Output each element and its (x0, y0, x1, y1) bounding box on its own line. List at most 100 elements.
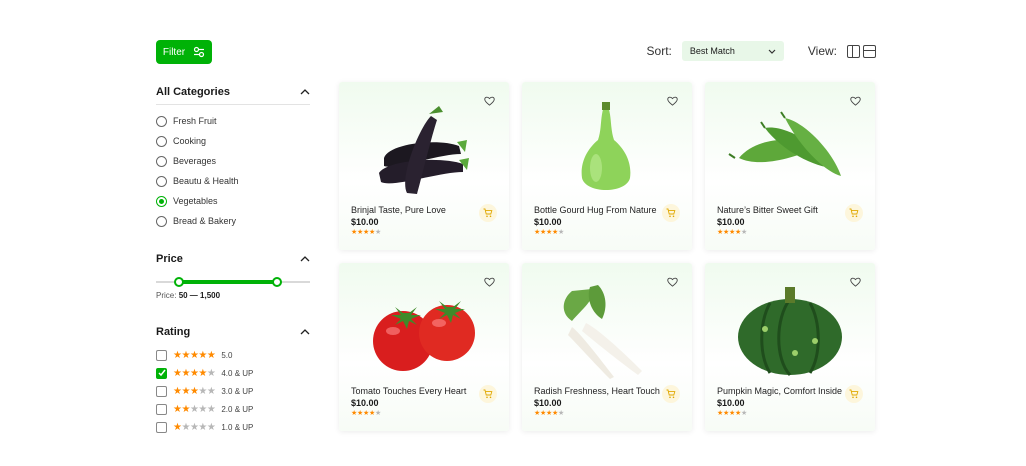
cart-icon (483, 389, 493, 399)
star-icon: ★ (557, 410, 564, 417)
add-to-cart-button[interactable] (479, 204, 497, 222)
bitter-gourd-icon (728, 111, 841, 176)
rating-label: 1.0 & UP (221, 422, 254, 432)
radio-button[interactable] (156, 215, 167, 227)
product-card[interactable]: Brinjal Taste, Pure Love $10.00 ★★★★★ (339, 82, 509, 250)
product-card[interactable]: Radish Freshness, Heart Touch $10.00 ★★★★★ (522, 263, 692, 431)
star-icon: ★ (206, 403, 216, 415)
category-item[interactable]: Beautu & Health (156, 171, 310, 191)
product-image[interactable] (705, 275, 875, 383)
price-range-slider[interactable] (156, 275, 310, 289)
star-icon: ★ (198, 385, 207, 397)
checkbox[interactable] (156, 421, 167, 433)
radio-button[interactable] (156, 175, 167, 187)
category-item[interactable]: Cooking (156, 131, 310, 151)
rating-stars: ★★★★★ (173, 349, 216, 361)
rating-stars: ★★★★★ (173, 367, 216, 379)
product-image[interactable] (522, 94, 692, 202)
star-icon: ★ (374, 410, 381, 417)
product-name[interactable]: Radish Freshness, Heart Touch (534, 386, 660, 396)
add-to-cart-button[interactable] (845, 385, 863, 403)
star-icon: ★ (740, 410, 747, 417)
add-to-cart-button[interactable] (662, 204, 680, 222)
star-icon: ★ (198, 367, 207, 379)
product-name[interactable]: Bottle Gourd Hug From Nature (534, 205, 657, 215)
star-icon: ★ (206, 385, 216, 397)
rating-label: 4.0 & UP (221, 368, 254, 378)
sort-label: Sort: (646, 44, 672, 58)
categories-header[interactable]: All Categories (156, 86, 310, 105)
checkbox[interactable] (156, 403, 167, 415)
bottle-gourd-icon (581, 102, 631, 190)
rating-option[interactable]: ★★★★★ 5.0 (156, 346, 310, 364)
slider-max-handle[interactable] (272, 277, 282, 287)
product-name[interactable]: Brinjal Taste, Pure Love (351, 205, 446, 215)
chevron-down-icon (768, 49, 776, 54)
rating-list: ★★★★★ 5.0 ★★★★★ 4.0 & UP ★★★★★ 3.0 & UP ★★★★★ 2… (156, 346, 310, 436)
rating-label: 2.0 & UP (221, 404, 254, 414)
product-rating: ★★★★★ (534, 409, 564, 417)
category-item[interactable]: Bread & Bakery (156, 211, 310, 231)
product-image[interactable] (339, 94, 509, 202)
price-section: Price Price: 50 — 1,500 (156, 253, 310, 300)
checkbox[interactable] (156, 349, 167, 361)
list-view-icon[interactable] (863, 44, 876, 58)
radio-button[interactable] (156, 135, 167, 147)
category-item[interactable]: Vegetables (156, 191, 310, 211)
chevron-up-icon (300, 89, 310, 95)
sort-select[interactable]: Best Match (681, 41, 784, 61)
product-image[interactable] (705, 94, 875, 202)
category-item[interactable]: Fresh Fruit (156, 111, 310, 131)
product-name[interactable]: Nature’s Bitter Sweet Gift (717, 205, 818, 215)
category-item[interactable]: Beverages (156, 151, 310, 171)
radio-button-selected[interactable] (156, 195, 167, 207)
checkbox[interactable] (156, 385, 167, 397)
checkbox[interactable] (156, 367, 167, 379)
rating-option[interactable]: ★★★★★ 3.0 & UP (156, 382, 310, 400)
rating-stars: ★★★★★ (173, 385, 216, 397)
add-to-cart-button[interactable] (479, 385, 497, 403)
price-header[interactable]: Price (156, 253, 310, 271)
filter-button[interactable]: Filter (156, 40, 212, 64)
product-card[interactable]: Bottle Gourd Hug From Nature $10.00 ★★★★★ (522, 82, 692, 250)
star-icon: ★ (740, 229, 747, 236)
chevron-up-icon (300, 256, 310, 262)
star-icon: ★ (374, 229, 381, 236)
filter-sidebar: All Categories Fresh Fruit Cooking Bever… (156, 86, 310, 436)
product-image[interactable] (522, 275, 692, 383)
radio-button[interactable] (156, 115, 167, 127)
rating-label: 5.0 (221, 350, 233, 360)
rating-option[interactable]: ★★★★★ 4.0 & UP (156, 364, 310, 382)
price-title: Price (156, 253, 183, 265)
radish-icon (563, 285, 642, 379)
view-toggle (847, 44, 876, 58)
rating-option[interactable]: ★★★★★ 1.0 & UP (156, 418, 310, 436)
grid-view-icon[interactable] (847, 44, 860, 58)
category-label: Bread & Bakery (173, 216, 237, 226)
add-to-cart-button[interactable] (662, 385, 680, 403)
category-label: Beautu & Health (173, 176, 239, 186)
product-card[interactable]: Nature’s Bitter Sweet Gift $10.00 ★★★★★ (705, 82, 875, 250)
product-name[interactable]: Tomato Touches Every Heart (351, 386, 466, 396)
add-to-cart-button[interactable] (845, 204, 863, 222)
rating-header[interactable]: Rating (156, 326, 310, 344)
rating-stars: ★★★★★ (173, 403, 216, 415)
star-icon: ★ (206, 349, 216, 361)
cart-icon (849, 389, 859, 399)
chevron-up-icon (300, 329, 310, 335)
product-price: $10.00 (717, 398, 745, 408)
slider-min-handle[interactable] (174, 277, 184, 287)
radio-button[interactable] (156, 155, 167, 167)
filter-label: Filter (162, 46, 186, 58)
product-rating: ★★★★★ (351, 228, 381, 236)
slider-fill (179, 280, 278, 284)
product-name[interactable]: Pumpkin Magic, Comfort Inside (717, 386, 842, 396)
product-card[interactable]: Pumpkin Magic, Comfort Inside $10.00 ★★★★★ (705, 263, 875, 431)
star-icon: ★ (181, 385, 190, 397)
view-label: View: (807, 44, 837, 58)
rating-stars: ★★★★★ (173, 422, 216, 433)
product-image[interactable] (339, 275, 509, 383)
tomato-icon (373, 301, 475, 371)
rating-option[interactable]: ★★★★★ 2.0 & UP (156, 400, 310, 418)
product-card[interactable]: Tomato Touches Every Heart $10.00 ★★★★★ (339, 263, 509, 431)
